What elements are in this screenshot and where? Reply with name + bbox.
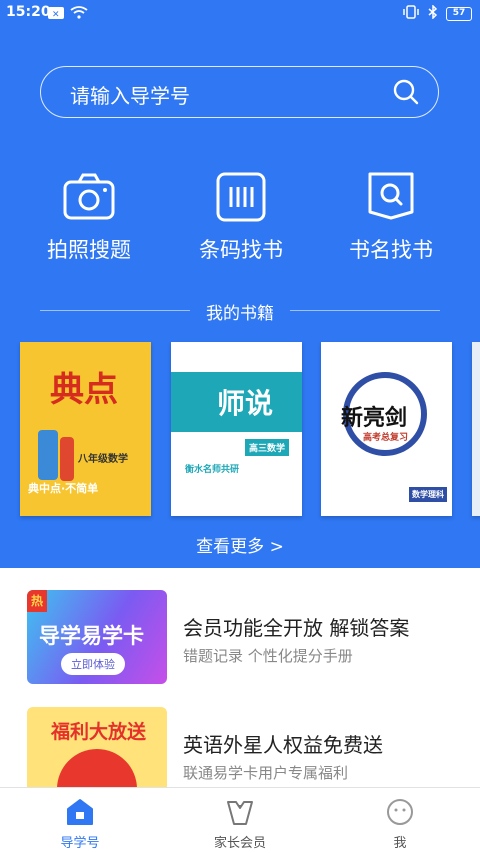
vibrate-icon bbox=[402, 5, 420, 23]
profile-icon bbox=[384, 796, 416, 828]
barcode-search-label: 条码找书 bbox=[199, 238, 283, 262]
promo-thumb-title: 福利大放送 bbox=[51, 721, 147, 743]
book-card[interactable]: 新亮剑 高考总复习 数学理科 bbox=[321, 342, 452, 516]
wifi-icon bbox=[70, 6, 88, 23]
promo-title: 英语外星人权益免费送 bbox=[183, 733, 383, 757]
book-search-icon bbox=[364, 170, 418, 224]
book-cover bbox=[472, 342, 480, 516]
book-cover-slogan: 典中点·不简单 bbox=[28, 482, 99, 495]
title-search-label: 书名找书 bbox=[349, 238, 433, 262]
book-card[interactable]: 典点 八年级数学 典中点·不简单 bbox=[20, 342, 151, 516]
barcode-search-button[interactable]: 条码找书 bbox=[181, 170, 301, 264]
camera-icon bbox=[62, 170, 116, 224]
status-bar: 15:20 ✕ 57 bbox=[0, 0, 480, 26]
home-icon bbox=[64, 796, 96, 828]
promo-subtitle: 错题记录 个性化提分手册 bbox=[183, 647, 353, 665]
book-cover-subtitle: 八年级数学 bbox=[78, 454, 128, 465]
view-more-link[interactable]: 查看更多 > bbox=[0, 532, 480, 557]
book-card[interactable]: 师说 高三数学 衡水名师共研 bbox=[171, 342, 302, 516]
book-card-partial[interactable] bbox=[472, 342, 480, 516]
photo-search-label: 拍照搜题 bbox=[47, 238, 131, 262]
book-cover-title: 师说 bbox=[217, 387, 274, 420]
tab-label: 我 bbox=[393, 836, 407, 851]
svg-text:✕: ✕ bbox=[52, 10, 60, 19]
book-cover-subtitle: 高三数学 bbox=[245, 439, 290, 456]
tab-label: 导学号 bbox=[60, 836, 100, 851]
search-input[interactable]: 请输入导学号 bbox=[40, 66, 439, 118]
title-search-button[interactable]: 书名找书 bbox=[331, 170, 451, 264]
promo-card-member[interactable]: 热 导学易学卡 立即体验 会员功能全开放 解锁答案 错题记录 个性化提分手册 bbox=[0, 590, 480, 698]
tab-guide-number[interactable]: 导学号 bbox=[20, 796, 140, 851]
status-time: 15:20 bbox=[6, 4, 51, 20]
book-cover-title: 新亮剑 bbox=[341, 406, 408, 431]
barcode-icon bbox=[214, 170, 268, 224]
promo-title: 会员功能全开放 解锁答案 bbox=[183, 616, 410, 640]
tuxedo-icon bbox=[224, 796, 256, 828]
promo-subtitle: 联通易学卡用户专属福利 bbox=[183, 764, 349, 782]
search-placeholder: 请输入导学号 bbox=[70, 84, 190, 108]
notification-icon: ✕ bbox=[48, 6, 64, 23]
bottom-tab-bar: 导学号 家长会员 我 bbox=[0, 787, 480, 853]
promo-thumbnail: 热 导学易学卡 立即体验 bbox=[27, 590, 167, 684]
book-cover-slogan: 高考总复习 bbox=[363, 433, 409, 443]
tab-me[interactable]: 我 bbox=[340, 796, 460, 851]
try-now-button[interactable]: 立即体验 bbox=[61, 653, 125, 675]
battery-icon: 57 bbox=[446, 7, 472, 21]
book-illustration bbox=[38, 430, 58, 480]
photo-search-button[interactable]: 拍照搜题 bbox=[29, 170, 149, 264]
promo-thumbnail: 福利大放送 bbox=[27, 707, 167, 787]
book-cover-subtitle: 数学理科 bbox=[409, 487, 447, 502]
books-section-header: 我的书籍 bbox=[40, 298, 440, 324]
books-section-title: 我的书籍 bbox=[206, 304, 274, 324]
promo-thumb-title: 导学易学卡 bbox=[39, 624, 144, 648]
bluetooth-icon bbox=[428, 4, 438, 23]
divider bbox=[290, 310, 440, 311]
gift-icon bbox=[57, 749, 137, 787]
book-cover-title: 典点 bbox=[50, 370, 118, 410]
tab-parent-member[interactable]: 家长会员 bbox=[180, 796, 300, 851]
hot-badge: 热 bbox=[27, 590, 47, 612]
tab-label: 家长会员 bbox=[213, 836, 266, 851]
book-cover-slogan: 衡水名师共研 bbox=[185, 465, 240, 475]
search-icon[interactable] bbox=[392, 78, 420, 110]
book-illustration bbox=[60, 437, 74, 481]
